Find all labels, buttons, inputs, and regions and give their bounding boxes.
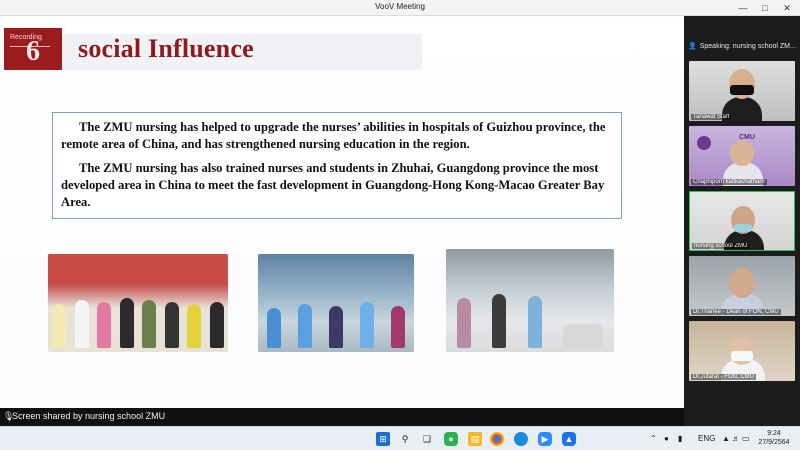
screen-share-label: Screen shared by nursing school ZMU: [12, 411, 166, 421]
participant-name: Chaphiporn kiatkachatharn: [691, 179, 767, 185]
window-title: VooV Meeting: [375, 2, 425, 11]
photo-banner: [48, 254, 228, 284]
close-button[interactable]: ✕: [776, 0, 798, 16]
participant-name: Tanawat Staff: [691, 114, 732, 120]
participant-name: nursing school ZMU: [692, 243, 750, 249]
slide-title: social Influence: [78, 34, 254, 63]
speaker-icon: 👤: [688, 43, 697, 50]
minimize-button[interactable]: —: [732, 0, 754, 16]
participant-tile[interactable]: Dr.Jutarat - FON, CMU: [689, 321, 795, 381]
photo-people: [48, 292, 228, 348]
edge-icon[interactable]: [514, 432, 528, 446]
participant-tile-active[interactable]: nursing school ZMU: [689, 191, 795, 251]
clock-date: 27/9/2564: [758, 439, 790, 446]
search-icon[interactable]: ⚲: [398, 432, 412, 446]
presentation-slide: Recording 6 social Influence The ZMU nur…: [0, 24, 684, 408]
slide-paragraph: The ZMU nursing has helped to upgrade th…: [61, 120, 606, 151]
microphone-icon[interactable]: ●: [664, 434, 669, 443]
shared-screen: Recording 6 social Influence The ZMU nur…: [0, 16, 684, 408]
clock-time: 9:24: [767, 430, 781, 437]
wifi-icon[interactable]: ▲: [722, 434, 730, 443]
group-photo-image: [48, 254, 228, 352]
language-indicator[interactable]: ENG: [698, 434, 715, 443]
maximize-button[interactable]: □: [754, 0, 776, 16]
windows-taskbar: ⊞ ⚲ ❏ ● ▤ ▶ ▲ ⌃ ● ▮ ENG ▲ ♬ ▭ 9:24 27/9/…: [0, 426, 800, 450]
speaking-indicator: 👤 Speaking: nursing school ZM...: [688, 42, 800, 56]
recording-number: 6: [26, 36, 40, 67]
share-status-bar: 🎙 Screen shared by nursing school ZMU: [0, 408, 684, 426]
photo-people: [258, 292, 414, 348]
tray-chevron-icon[interactable]: ⌃: [650, 434, 657, 443]
slide-text-box: The ZMU nursing has helped to upgrade th…: [52, 112, 622, 219]
speaking-label: Speaking: nursing school ZM...: [699, 43, 796, 50]
voov-meeting-window: VooV Meeting — □ ✕ Recording 6 social In…: [0, 0, 800, 450]
system-clock[interactable]: 9:24 27/9/2564: [752, 429, 796, 447]
photo-people: [446, 292, 614, 348]
zoom-icon[interactable]: ▶: [538, 432, 552, 446]
task-view-icon[interactable]: ❏: [420, 432, 434, 446]
title-bar: VooV Meeting — □ ✕: [0, 0, 800, 16]
recording-badge: Recording 6: [4, 28, 62, 70]
windows-start-icon[interactable]: ⊞: [376, 432, 390, 446]
participant-name: Dr.Jutarat - FON, CMU: [691, 374, 757, 380]
line-app-icon[interactable]: ●: [444, 432, 458, 446]
usb-icon[interactable]: ▮: [678, 434, 682, 443]
chrome-icon[interactable]: [490, 432, 504, 446]
volume-icon[interactable]: ♬: [732, 434, 740, 443]
bedside-care-image: [446, 249, 614, 352]
file-explorer-icon[interactable]: ▤: [468, 432, 482, 446]
participant-name: Dr.Thanee - Dean of FON, CMU: [691, 309, 781, 315]
participant-panel: 👤 Speaking: nursing school ZM... Tanawat …: [684, 16, 800, 426]
hospital-ward-image: [258, 254, 414, 352]
participant-tile[interactable]: CMU Chaphiporn kiatkachatharn: [689, 126, 795, 186]
slide-paragraph: The ZMU nursing has also trained nurses …: [61, 161, 605, 209]
participant-tile[interactable]: Tanawat Staff: [689, 61, 795, 121]
voov-icon[interactable]: ▲: [562, 432, 576, 446]
participant-tile[interactable]: Dr.Thanee - Dean of FON, CMU: [689, 256, 795, 316]
battery-icon[interactable]: ▭: [742, 434, 750, 443]
